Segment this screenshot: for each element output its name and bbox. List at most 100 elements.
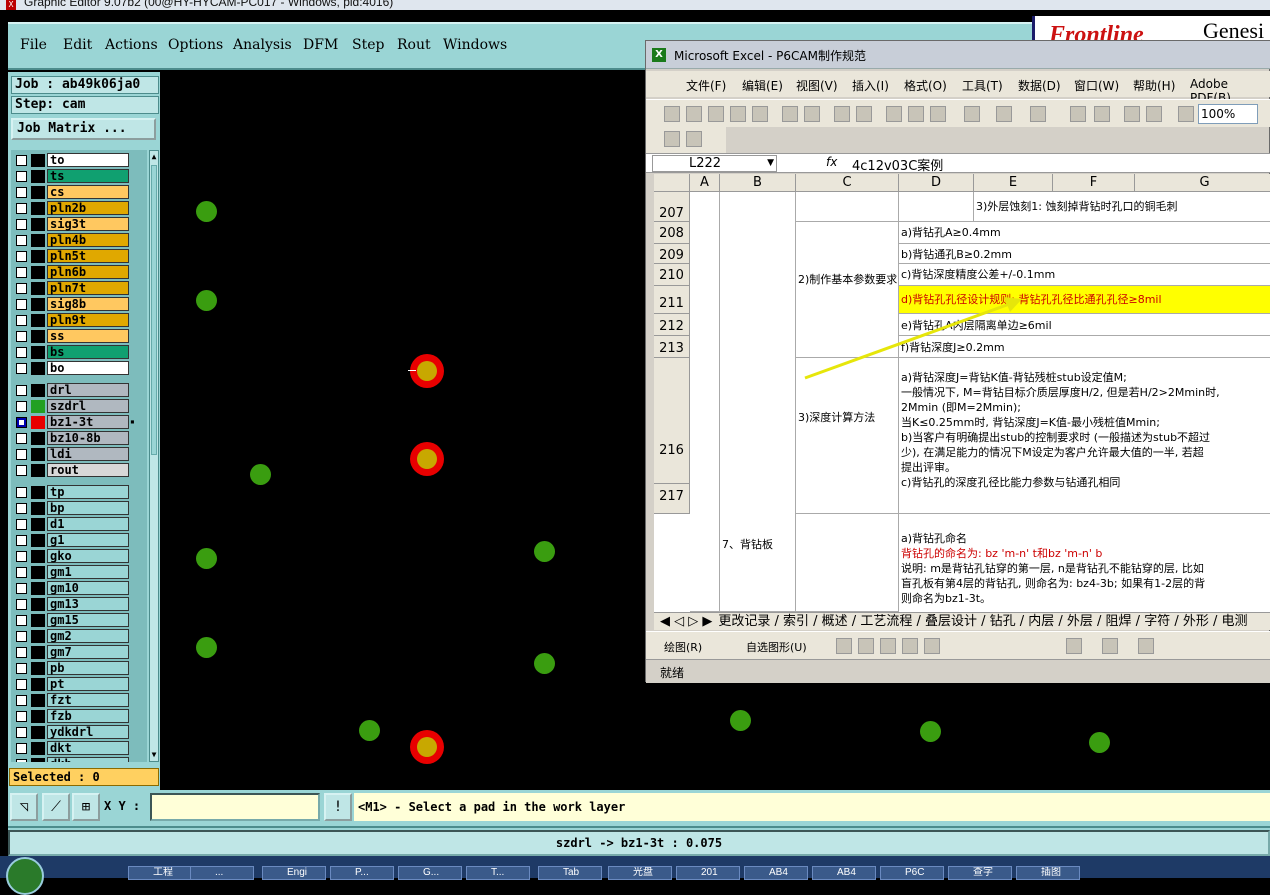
- row-header[interactable]: 210: [654, 264, 690, 286]
- layer-name[interactable]: rout: [47, 463, 129, 477]
- zoom-select[interactable]: 100%: [1198, 104, 1258, 124]
- layer-color-swatch[interactable]: [31, 416, 45, 429]
- layer-checkbox[interactable]: [16, 487, 27, 498]
- menu-file[interactable]: File: [20, 37, 47, 53]
- print-preview-icon[interactable]: [804, 106, 820, 122]
- name-box[interactable]: L222 ▼: [652, 155, 777, 172]
- layer-name[interactable]: pln5t: [47, 249, 129, 263]
- layer-color-swatch[interactable]: [31, 448, 45, 461]
- menu-edit[interactable]: Edit: [63, 37, 92, 53]
- layer-checkbox[interactable]: [16, 401, 27, 412]
- layer-checkbox[interactable]: [16, 171, 27, 182]
- layer-name[interactable]: bs: [47, 345, 129, 359]
- layer-checkbox[interactable]: [16, 203, 27, 214]
- layer-checkbox[interactable]: [16, 743, 27, 754]
- layer-row-bo[interactable]: bo: [11, 360, 147, 376]
- pad[interactable]: [196, 548, 217, 569]
- layer-name[interactable]: ss: [47, 329, 129, 343]
- layer-row-gm2[interactable]: gm2: [11, 628, 147, 644]
- cell-depth-method[interactable]: a)背钻深度J=背钻K值-背钻残桩stub设定值M; 一般情况下, M=背钻目标…: [899, 358, 1270, 514]
- layer-color-swatch[interactable]: [31, 726, 45, 739]
- cell-a[interactable]: [690, 192, 720, 612]
- row-header[interactable]: 211: [654, 286, 690, 314]
- layer-row-rout[interactable]: rout: [11, 462, 147, 478]
- col-header-c[interactable]: C: [796, 174, 899, 192]
- layer-color-swatch[interactable]: [31, 282, 45, 295]
- cell[interactable]: [796, 514, 899, 612]
- layer-checkbox[interactable]: [16, 663, 27, 674]
- layer-name[interactable]: ydkdrl: [47, 725, 129, 739]
- layer-color-swatch[interactable]: [31, 314, 45, 327]
- layer-name[interactable]: gm13: [47, 597, 129, 611]
- layer-name[interactable]: fzb: [47, 709, 129, 723]
- layer-name[interactable]: pb: [47, 661, 129, 675]
- row-header[interactable]: 217: [654, 484, 690, 514]
- fx-icon[interactable]: fx: [826, 155, 837, 169]
- layer-row-dkt[interactable]: dkt: [11, 740, 147, 756]
- layer-checkbox[interactable]: [16, 187, 27, 198]
- pad[interactable]: [196, 637, 217, 658]
- layer-name[interactable]: dkb: [47, 757, 129, 762]
- menu-options[interactable]: Options: [168, 37, 223, 53]
- layer-checkbox[interactable]: [16, 695, 27, 706]
- layer-name[interactable]: gm15: [47, 613, 129, 627]
- layer-checkbox[interactable]: [16, 219, 27, 230]
- paste-icon[interactable]: [930, 106, 946, 122]
- layer-name[interactable]: pln9t: [47, 313, 129, 327]
- pad[interactable]: [534, 541, 555, 562]
- layer-row-ts[interactable]: ts: [11, 168, 147, 184]
- layer-color-swatch[interactable]: [31, 218, 45, 231]
- layer-name[interactable]: dkt: [47, 741, 129, 755]
- scroll-down-icon[interactable]: ▼: [150, 749, 158, 761]
- layer-checkbox[interactable]: [16, 583, 27, 594]
- permission-icon[interactable]: [730, 106, 746, 122]
- layer-color-swatch[interactable]: [31, 646, 45, 659]
- excel-menu-data[interactable]: 数据(D): [1018, 77, 1061, 94]
- layer-checkbox[interactable]: [16, 599, 27, 610]
- pad[interactable]: [250, 464, 271, 485]
- job-matrix-button[interactable]: Job Matrix ...: [11, 118, 156, 140]
- undo-icon[interactable]: [996, 106, 1012, 122]
- cell-c-param[interactable]: 2)制作基本参数要求: [796, 222, 899, 358]
- row-header[interactable]: 209: [654, 244, 690, 264]
- layer-row-dkb[interactable]: dkb: [11, 756, 147, 762]
- select-all-corner[interactable]: [654, 174, 690, 192]
- sort-desc-icon[interactable]: [1146, 106, 1162, 122]
- row-header[interactable]: 216: [654, 358, 690, 484]
- layer-color-swatch[interactable]: [31, 362, 45, 375]
- layer-checkbox[interactable]: [16, 567, 27, 578]
- excel-title-bar[interactable]: X Microsoft Excel - P6CAM制作规范: [646, 41, 1270, 69]
- layer-name[interactable]: g1: [47, 533, 129, 547]
- layer-row-bz10-8b[interactable]: bz10-8b: [11, 430, 147, 446]
- layer-name[interactable]: bz1-3t: [47, 415, 129, 429]
- pad[interactable]: [730, 710, 751, 731]
- layer-checkbox[interactable]: [16, 503, 27, 514]
- layer-checkbox[interactable]: [16, 251, 27, 262]
- research-icon[interactable]: [856, 106, 872, 122]
- cell[interactable]: [796, 192, 899, 222]
- layer-row-pt[interactable]: pt: [11, 676, 147, 692]
- layer-color-swatch[interactable]: [31, 432, 45, 445]
- line-color-icon[interactable]: [1102, 638, 1118, 654]
- layer-name[interactable]: pln6b: [47, 265, 129, 279]
- layer-row-fzt[interactable]: fzt: [11, 692, 147, 708]
- cell-211-highlight[interactable]: d)背钻孔孔径设计规则: 背钻孔孔径比通孔孔径≥8mil: [899, 286, 1270, 314]
- sort-asc-icon[interactable]: [1124, 106, 1140, 122]
- cell-naming[interactable]: a)背钻孔命名 背钻孔的命名为: bz 'm-n' t和bz 'm-n' b 说…: [899, 514, 1270, 612]
- cell-208[interactable]: a)背钻孔A≥0.4mm: [899, 222, 1270, 244]
- layer-checkbox[interactable]: [16, 465, 27, 476]
- pdf-email-icon[interactable]: [686, 131, 702, 147]
- layer-name[interactable]: gm7: [47, 645, 129, 659]
- layer-name[interactable]: pln4b: [47, 233, 129, 247]
- layer-color-swatch[interactable]: [31, 742, 45, 755]
- new-icon[interactable]: [664, 106, 680, 122]
- formula-input[interactable]: 4c12v03C案例: [852, 155, 943, 174]
- layer-color-swatch[interactable]: [31, 582, 45, 595]
- redo-icon[interactable]: [1030, 106, 1046, 122]
- layer-color-swatch[interactable]: [31, 598, 45, 611]
- excel-menu-window[interactable]: 窗口(W): [1074, 77, 1119, 94]
- layer-checkbox[interactable]: [16, 363, 27, 374]
- layer-checkbox[interactable]: [16, 315, 27, 326]
- layer-row-gm15[interactable]: gm15: [11, 612, 147, 628]
- layer-name[interactable]: szdrl: [47, 399, 129, 413]
